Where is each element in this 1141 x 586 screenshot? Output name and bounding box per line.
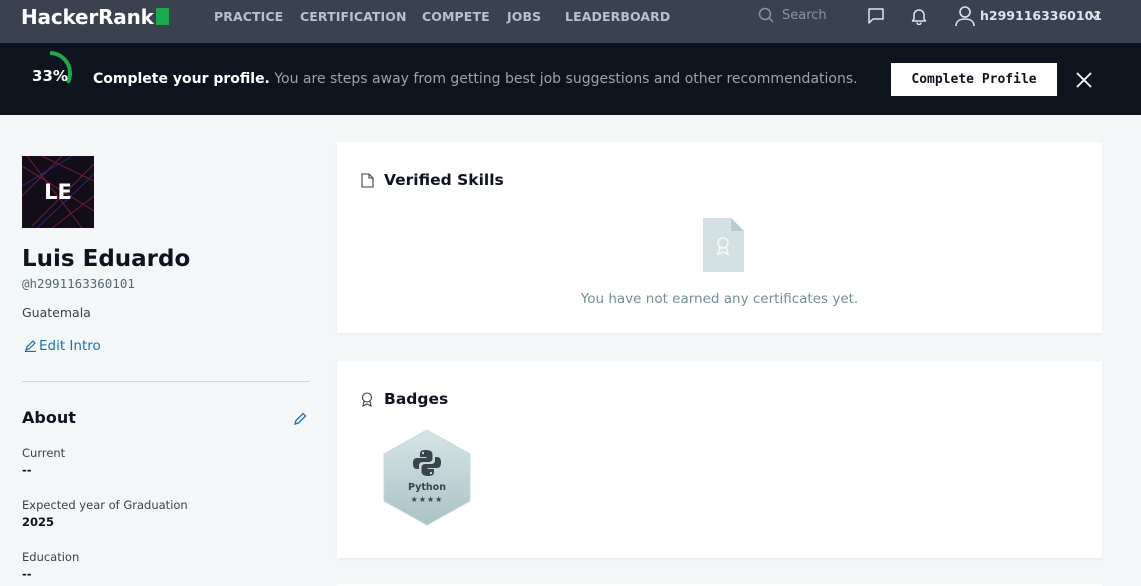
nav-leaderboard[interactable]: LEADERBOARD: [565, 9, 670, 24]
about-education-value: --: [22, 567, 32, 581]
hackerrank-logo[interactable]: HackerRank: [21, 5, 169, 29]
profile-handle: @h2991163360101: [22, 276, 135, 291]
chevron-down-icon: [1088, 11, 1101, 20]
no-certificates-message: You have not earned any certificates yet…: [580, 291, 859, 307]
python-badge[interactable]: Python ★★★★: [382, 429, 472, 526]
certificate-placeholder-icon: [703, 218, 744, 272]
search-placeholder: Search: [782, 8, 827, 23]
avatar: LE: [22, 156, 94, 228]
edit-intro-link[interactable]: Edit Intro: [24, 338, 101, 354]
complete-profile-banner: 33% Complete your profile. You are steps…: [0, 43, 1141, 115]
user-icon: [955, 6, 975, 27]
about-graduation-label: Expected year of Graduation: [22, 498, 188, 512]
badge-ribbon-icon: [361, 392, 373, 407]
profile-country: Guatemala: [22, 305, 91, 320]
profile-name: Luis Eduardo: [22, 246, 191, 272]
notifications-bell-icon[interactable]: [910, 7, 928, 25]
username: h2991163360101: [980, 8, 1102, 23]
about-graduation-value: 2025: [22, 515, 55, 529]
edit-intro-label: Edit Intro: [39, 338, 101, 354]
hexagon-badge-icon: [383, 429, 471, 526]
verified-skills-title: Verified Skills: [384, 171, 504, 189]
progress-percent: 33%: [32, 67, 68, 85]
search-input[interactable]: Search: [758, 7, 848, 25]
about-current-label: Current: [22, 446, 66, 460]
badge-stars: ★★★★: [410, 495, 444, 504]
about-heading: About: [22, 408, 76, 427]
banner-title: Complete your profile.: [93, 71, 270, 87]
nav-certification[interactable]: CERTIFICATION: [300, 9, 407, 24]
document-icon: [361, 173, 374, 188]
badge-name: Python: [408, 482, 446, 493]
profile-progress-ring: 33%: [28, 51, 78, 101]
close-icon[interactable]: [1075, 71, 1093, 89]
avatar-initials: LE: [44, 180, 72, 204]
banner-message: Complete your profile. You are steps awa…: [93, 71, 858, 87]
divider: [22, 381, 310, 382]
badges-title: Badges: [384, 390, 449, 408]
banner-description: You are steps away from getting best job…: [274, 71, 858, 87]
search-icon: [758, 7, 774, 23]
nav-compete[interactable]: COMPETE: [422, 9, 490, 24]
nav-practice[interactable]: PRACTICE: [214, 9, 283, 24]
about-education-label: Education: [22, 550, 80, 564]
user-menu[interactable]: h2991163360101: [955, 5, 1102, 27]
nav-jobs[interactable]: JOBS: [507, 9, 541, 24]
messages-icon[interactable]: [867, 7, 885, 25]
about-current-value: --: [22, 463, 32, 477]
edit-about-pencil-icon[interactable]: [293, 412, 307, 426]
complete-profile-button[interactable]: Complete Profile: [891, 63, 1057, 96]
pencil-icon: [25, 340, 36, 353]
verified-skills-card: Verified Skills You have not earned any …: [337, 142, 1102, 333]
top-nav: HackerRank PRACTICE CERTIFICATION COMPET…: [0, 0, 1141, 43]
badges-card: Badges Python ★★★★: [337, 361, 1102, 558]
